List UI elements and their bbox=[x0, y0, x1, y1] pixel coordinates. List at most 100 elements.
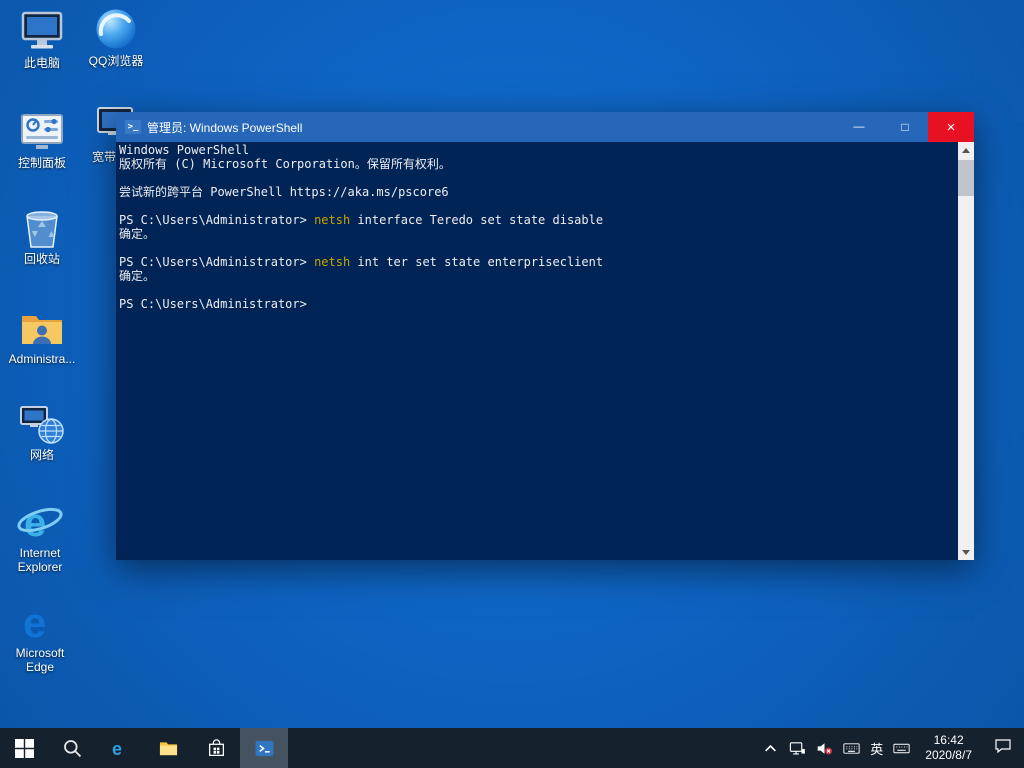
microsoft-edge-icon: e bbox=[16, 600, 64, 644]
desktop-icon-label: 此电脑 bbox=[6, 56, 78, 70]
ime-indicator[interactable]: 英 bbox=[865, 728, 888, 768]
desktop-icon-recycle-bin[interactable]: 回收站 bbox=[6, 206, 78, 266]
clock-date: 2020/8/7 bbox=[925, 748, 972, 763]
console-line bbox=[119, 283, 956, 297]
windows-logo-icon bbox=[15, 739, 34, 758]
console-line: PS C:\Users\Administrator> netsh int ter… bbox=[119, 255, 956, 269]
window-controls: — □ × bbox=[836, 112, 974, 142]
powershell-taskbar-button[interactable] bbox=[240, 728, 288, 768]
console-text-segment: Windows PowerShell bbox=[119, 143, 249, 157]
desktop-icon-network[interactable]: 网络 bbox=[6, 402, 78, 462]
console-line: 确定。 bbox=[119, 227, 956, 241]
console-output: Windows PowerShell版权所有 (C) Microsoft Cor… bbox=[116, 142, 958, 560]
edge-taskbar-button[interactable]: e bbox=[96, 728, 144, 768]
admin-files-icon bbox=[18, 306, 66, 350]
touch-keyboard-icon[interactable] bbox=[838, 728, 865, 768]
close-button[interactable]: × bbox=[928, 112, 974, 142]
scroll-down-arrow[interactable] bbox=[958, 544, 974, 560]
console-text-segment: PS C:\Users\Administrator> bbox=[119, 213, 314, 227]
console-line: Windows PowerShell bbox=[119, 143, 956, 157]
console-line: 尝试新的跨平台 PowerShell https://aka.ms/pscore… bbox=[119, 185, 956, 199]
search-button[interactable] bbox=[48, 728, 96, 768]
maximize-button[interactable]: □ bbox=[882, 112, 928, 142]
edge-task-icon: e bbox=[111, 739, 130, 758]
action-center-button[interactable] bbox=[982, 728, 1024, 768]
scroll-up-arrow[interactable] bbox=[958, 142, 974, 158]
this-pc-icon bbox=[18, 10, 66, 54]
store-icon bbox=[207, 739, 226, 758]
console-line bbox=[119, 171, 956, 185]
desktop-icon-this-pc[interactable]: 此电脑 bbox=[6, 10, 78, 70]
desktop-icon-label: Administra... bbox=[6, 352, 78, 366]
volume-muted-icon bbox=[816, 740, 833, 757]
console-text-segment: 版权所有 (C) Microsoft Corporation。保留所有权利。 bbox=[119, 157, 451, 171]
console-line bbox=[119, 199, 956, 213]
desktop-icon-qq-browser[interactable]: QQ浏览器 bbox=[80, 8, 152, 68]
desktop-icon-microsoft-edge[interactable]: eMicrosoft Edge bbox=[4, 600, 76, 674]
network-icon bbox=[18, 402, 66, 446]
start-button[interactable] bbox=[0, 728, 48, 768]
desktop-icon-label: 控制面板 bbox=[6, 156, 78, 170]
scrollbar[interactable] bbox=[958, 142, 974, 560]
svg-text:e: e bbox=[23, 600, 46, 644]
minimize-button[interactable]: — bbox=[836, 112, 882, 142]
scroll-up-arrow-glyph bbox=[962, 148, 970, 153]
volume-muted-icon[interactable] bbox=[811, 728, 838, 768]
console-line: PS C:\Users\Administrator> netsh interfa… bbox=[119, 213, 956, 227]
desktop-icon-label: 回收站 bbox=[6, 252, 78, 266]
console-line: PS C:\Users\Administrator> bbox=[119, 297, 956, 311]
desktop-icon-control-panel[interactable]: 控制面板 bbox=[6, 110, 78, 170]
ethernet-icon bbox=[789, 740, 806, 757]
touch-keyboard-icon bbox=[843, 740, 860, 757]
powershell-window-icon bbox=[125, 120, 141, 134]
console-text-segment: PS C:\Users\Administrator> bbox=[119, 255, 314, 269]
console-line bbox=[119, 241, 956, 255]
console-text-segment: int ter set state enterpriseclient bbox=[350, 255, 603, 269]
svg-text:e: e bbox=[24, 501, 46, 544]
desktop-icon-label: Microsoft Edge bbox=[4, 646, 76, 674]
clock[interactable]: 16:42 2020/8/7 bbox=[915, 728, 982, 768]
console-line: 确定。 bbox=[119, 269, 956, 283]
qq-browser-icon bbox=[92, 8, 140, 52]
soft-keyboard-icon bbox=[893, 740, 910, 757]
hidden-icons-chevron[interactable] bbox=[757, 728, 784, 768]
file-explorer-button[interactable] bbox=[144, 728, 192, 768]
powershell-window: 管理员: Windows PowerShell — □ × Windows Po… bbox=[116, 112, 974, 560]
taskbar-apps: e bbox=[48, 728, 288, 768]
control-panel-icon bbox=[18, 110, 66, 154]
command-token: netsh bbox=[314, 255, 350, 269]
action-center-icon bbox=[994, 737, 1012, 759]
ime-language-label: 英 bbox=[870, 739, 883, 758]
tray-icons: 英 bbox=[757, 728, 915, 768]
svg-text:e: e bbox=[111, 739, 121, 758]
console-text-segment: PS C:\Users\Administrator> bbox=[119, 297, 314, 311]
desktop-icon-internet-explorer[interactable]: eInternet Explorer bbox=[4, 500, 76, 574]
window-titlebar[interactable]: 管理员: Windows PowerShell — □ × bbox=[116, 112, 974, 142]
scrollbar-thumb[interactable] bbox=[958, 160, 974, 196]
system-tray: 英 16:42 2020/8/7 bbox=[757, 728, 1024, 768]
clock-time: 16:42 bbox=[934, 733, 964, 748]
console-text-segment: 确定。 bbox=[119, 227, 155, 241]
desktop-icon-admin-files[interactable]: Administra... bbox=[6, 306, 78, 366]
desktop-icon-label: QQ浏览器 bbox=[80, 54, 152, 68]
network-tray-icon[interactable] bbox=[784, 728, 811, 768]
desktop-icon-label: Internet Explorer bbox=[4, 546, 76, 574]
console-text-segment: interface Teredo set state disable bbox=[350, 213, 603, 227]
recycle-bin-icon bbox=[18, 206, 66, 250]
console-line: 版权所有 (C) Microsoft Corporation。保留所有权利。 bbox=[119, 157, 956, 171]
console[interactable]: Windows PowerShell版权所有 (C) Microsoft Cor… bbox=[116, 142, 974, 560]
powershell-task-icon bbox=[255, 739, 274, 758]
window-title: 管理员: Windows PowerShell bbox=[147, 119, 836, 136]
chevron-up-icon bbox=[762, 740, 779, 757]
desktop-icon-label: 网络 bbox=[6, 448, 78, 462]
file-explorer-icon bbox=[159, 739, 178, 758]
soft-keyboard-icon[interactable] bbox=[888, 728, 915, 768]
console-text-segment: 尝试新的跨平台 PowerShell https://aka.ms/pscore… bbox=[119, 185, 449, 199]
internet-explorer-icon: e bbox=[16, 500, 64, 544]
scroll-down-arrow-glyph bbox=[962, 550, 970, 555]
taskbar: e 英 16:42 2020/8/7 bbox=[0, 728, 1024, 768]
store-button[interactable] bbox=[192, 728, 240, 768]
command-token: netsh bbox=[314, 213, 350, 227]
console-text-segment: 确定。 bbox=[119, 269, 155, 283]
search-icon bbox=[63, 739, 82, 758]
